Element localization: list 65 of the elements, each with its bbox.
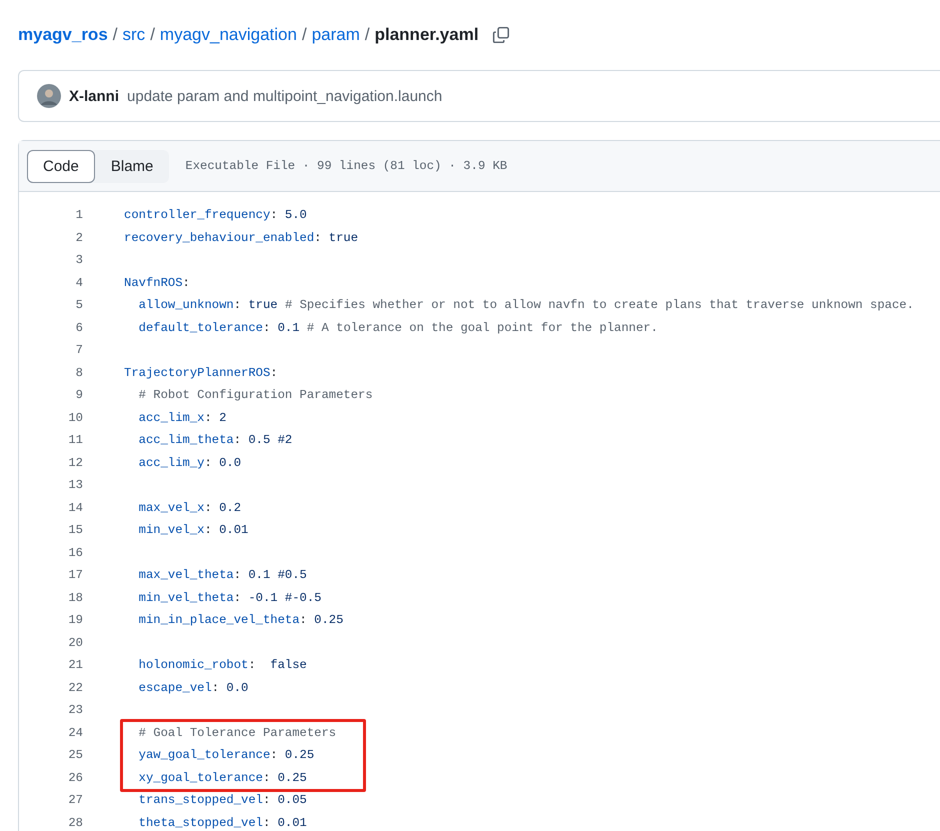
code-line: # Robot Configuration Parameters	[138, 388, 373, 402]
line-number: 26	[67, 770, 83, 785]
file-name: planner.yaml	[374, 25, 479, 45]
code-line: min_vel_theta: -0.1 #-0.5	[138, 590, 322, 605]
line-number: 20	[67, 636, 83, 650]
line-number: 13	[67, 478, 83, 492]
line-number: 19	[67, 613, 83, 628]
code-line: holonomic_robot: false	[138, 658, 307, 672]
breadcrumb-separator: /	[150, 25, 155, 45]
breadcrumb-separator: /	[364, 25, 370, 45]
breadcrumb-separator: /	[112, 25, 118, 45]
code-line: max_vel_theta: 0.1 #0.5	[138, 568, 307, 582]
line-number: 14	[67, 500, 83, 515]
line-number: 24	[67, 726, 83, 740]
code-line: allow_unknown: true # Specifies whether or not to allow navfn to create plans that traverse unknown space.	[138, 298, 914, 312]
avatar	[37, 84, 61, 108]
line-number: 22	[67, 680, 83, 695]
line-number: 6	[74, 320, 83, 335]
code-line: default_tolerance: 0.1 # A tolerance on the goal point for the planner.	[138, 320, 658, 335]
code-line: theta_stopped_vel: 0.01	[138, 816, 307, 830]
breadcrumb-link[interactable]: myagv_ros	[18, 25, 108, 45]
line-number: 9	[74, 388, 83, 402]
line-number: 15	[67, 523, 83, 538]
line-number: 16	[67, 546, 83, 560]
line-number: 4	[74, 276, 83, 290]
breadcrumb-separator: /	[302, 25, 307, 45]
breadcrumb-link[interactable]: myagv_navigation	[160, 25, 297, 45]
breadcrumb-link[interactable]: param	[312, 25, 360, 45]
code-line: min_vel_x: 0.01	[138, 523, 248, 538]
file-info: Executable File · 99 lines (81 loc) · 3.9 KB	[185, 159, 508, 173]
code-line: acc_lim_theta: 0.5 #2	[138, 433, 292, 448]
code-line: trans_stopped_vel: 0.05	[138, 793, 307, 808]
line-number: 12	[67, 456, 83, 470]
code-line: yaw_goal_tolerance: 0.25	[138, 748, 314, 762]
line-number: 10	[67, 410, 83, 425]
view-tab[interactable]: Blame	[94, 150, 170, 182]
line-number: 21	[67, 658, 83, 672]
line-number: 1	[74, 208, 83, 222]
code-line: xy_goal_tolerance: 0.25	[138, 770, 307, 785]
code-line: acc_lim_y: 0.0	[138, 456, 242, 470]
code-line: escape_vel: 0.0	[138, 680, 248, 695]
breadcrumb-link[interactable]: src	[122, 25, 146, 45]
line-number: 23	[67, 703, 83, 718]
code-line: controller_frequency: 5.0	[124, 208, 307, 222]
line-number: 11	[67, 433, 83, 448]
code-line: max_vel_x: 0.2	[138, 500, 242, 515]
code-line: TrajectoryPlannerROS:	[124, 366, 278, 380]
line-number: 28	[67, 816, 83, 830]
line-number: 8	[74, 366, 83, 380]
code-line: acc_lim_x: 2	[138, 410, 226, 425]
line-number: 17	[67, 568, 83, 582]
code-line: recovery_behaviour_enabled: true	[124, 230, 358, 245]
line-number: 7	[74, 343, 83, 358]
line-number: 18	[67, 590, 83, 605]
commit-message[interactable]: update param and multipoint_navigation.launch	[127, 88, 442, 104]
commit-author[interactable]: X-lanni	[69, 88, 120, 104]
view-tab[interactable]: Code	[27, 150, 95, 182]
line-number: 25	[67, 748, 83, 762]
line-number: 27	[67, 793, 83, 808]
code-line: min_in_place_vel_theta: 0.25	[138, 613, 344, 628]
code-line: NavfnROS:	[124, 276, 190, 290]
line-number: 2	[74, 230, 83, 245]
line-number: 5	[74, 298, 83, 312]
code-line: # Goal Tolerance Parameters	[138, 726, 336, 740]
line-number: 3	[74, 253, 83, 268]
